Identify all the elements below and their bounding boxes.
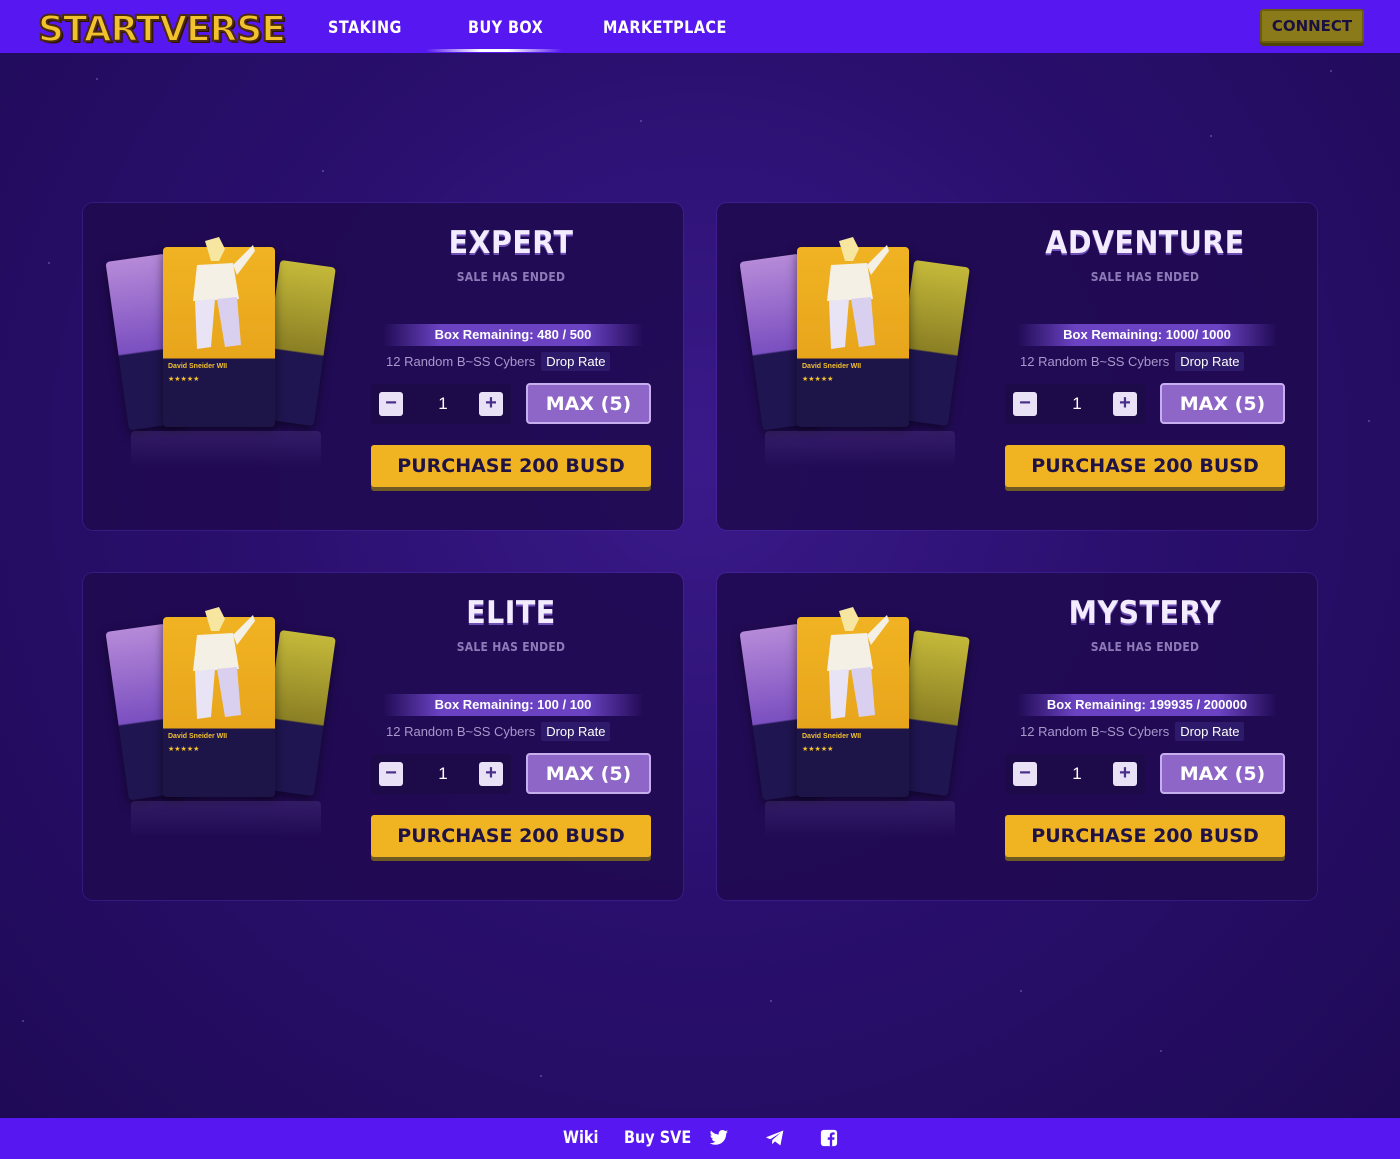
- character-figure: [193, 607, 255, 719]
- sale-status: SALE HAS ENDED: [1090, 270, 1200, 284]
- box-contents: 12 Random B~SS Cybers: [1020, 724, 1170, 739]
- box-artwork: David Sneider WII ★★★★★: [739, 235, 970, 485]
- sale-status: SALE HAS ENDED: [456, 270, 566, 284]
- art-reflection: [765, 431, 955, 467]
- box-remaining: Box Remaining: 1000/ 1000: [1017, 324, 1277, 346]
- box-contents: 12 Random B~SS Cybers: [1020, 354, 1170, 369]
- purchase-button[interactable]: PURCHASE 200 BUSD: [1005, 445, 1285, 487]
- art-reflection: [131, 431, 321, 467]
- quantity-value[interactable]: 1: [1057, 764, 1097, 784]
- art-rating-stars: ★★★★★: [802, 746, 834, 753]
- box-contents-line: 12 Random B~SS Cybers Drop Rate: [386, 352, 611, 371]
- box-title: ELITE: [466, 595, 556, 631]
- decrease-quantity-button[interactable]: −: [379, 762, 403, 786]
- art-rating-stars: ★★★★★: [168, 746, 200, 753]
- box-remaining: Box Remaining: 199935 / 200000: [1017, 694, 1277, 716]
- art-rating-stars: ★★★★★: [802, 376, 834, 383]
- purchase-button[interactable]: PURCHASE 200 BUSD: [371, 815, 651, 857]
- purchase-button[interactable]: PURCHASE 200 BUSD: [371, 445, 651, 487]
- art-card-name: David Sneider WII: [802, 733, 862, 740]
- increase-quantity-button[interactable]: +: [479, 762, 503, 786]
- box-card-expert: David Sneider WII ★★★★★ EXPERT SALE HAS …: [83, 203, 683, 530]
- box-title: EXPERT: [448, 225, 574, 261]
- facebook-icon[interactable]: [819, 1129, 839, 1147]
- drop-rate-link[interactable]: Drop Rate: [1175, 352, 1245, 371]
- box-title: ADVENTURE: [1045, 225, 1245, 261]
- twitter-icon[interactable]: [709, 1129, 729, 1147]
- connect-wallet-button[interactable]: CONNECT: [1260, 9, 1364, 43]
- increase-quantity-button[interactable]: +: [1113, 392, 1137, 416]
- quantity-stepper: − 1 +: [371, 384, 511, 424]
- quantity-stepper: − 1 +: [1005, 754, 1145, 794]
- active-nav-indicator: [426, 49, 562, 52]
- decrease-quantity-button[interactable]: −: [1013, 762, 1037, 786]
- max-quantity-button[interactable]: MAX (5): [526, 753, 651, 794]
- drop-rate-link[interactable]: Drop Rate: [1175, 722, 1245, 741]
- startverse-logo[interactable]: STARTVERSE: [37, 8, 287, 51]
- box-artwork: David Sneider WII ★★★★★: [105, 235, 336, 485]
- box-title: MYSTERY: [1068, 595, 1222, 631]
- box-remaining: Box Remaining: 100 / 100: [383, 694, 643, 716]
- telegram-icon[interactable]: [765, 1129, 785, 1147]
- box-contents-line: 12 Random B~SS Cybers Drop Rate: [386, 722, 611, 741]
- box-contents-line: 12 Random B~SS Cybers Drop Rate: [1020, 722, 1245, 741]
- footer-bar: Wiki Buy SVE: [0, 1118, 1400, 1159]
- top-nav-bar: STARTVERSE STAKING BUY BOX MARKETPLACE C…: [0, 0, 1400, 53]
- sale-status: SALE HAS ENDED: [1090, 640, 1200, 654]
- box-card-elite: David Sneider WII ★★★★★ ELITE SALE HAS E…: [83, 573, 683, 900]
- drop-rate-link[interactable]: Drop Rate: [541, 722, 611, 741]
- footer-buy-sve-link[interactable]: Buy SVE: [624, 1128, 691, 1148]
- character-figure: [827, 607, 889, 719]
- art-rating-stars: ★★★★★: [168, 376, 200, 383]
- quantity-value[interactable]: 1: [423, 394, 463, 414]
- quantity-stepper: − 1 +: [1005, 384, 1145, 424]
- box-contents: 12 Random B~SS Cybers: [386, 354, 536, 369]
- box-artwork: David Sneider WII ★★★★★: [739, 605, 970, 855]
- decrease-quantity-button[interactable]: −: [379, 392, 403, 416]
- box-card-adventure: David Sneider WII ★★★★★ ADVENTURE SALE H…: [717, 203, 1317, 530]
- art-reflection: [765, 801, 955, 837]
- box-artwork: David Sneider WII ★★★★★: [105, 605, 336, 855]
- art-card-name: David Sneider WII: [168, 363, 228, 370]
- art-card-name: David Sneider WII: [802, 363, 862, 370]
- max-quantity-button[interactable]: MAX (5): [1160, 383, 1285, 424]
- art-card-name: David Sneider WII: [168, 733, 228, 740]
- footer-wiki-link[interactable]: Wiki: [563, 1128, 598, 1148]
- quantity-value[interactable]: 1: [423, 764, 463, 784]
- max-quantity-button[interactable]: MAX (5): [1160, 753, 1285, 794]
- nav-marketplace[interactable]: MARKETPLACE: [603, 18, 727, 38]
- box-contents-line: 12 Random B~SS Cybers Drop Rate: [1020, 352, 1245, 371]
- max-quantity-button[interactable]: MAX (5): [526, 383, 651, 424]
- box-contents: 12 Random B~SS Cybers: [386, 724, 536, 739]
- box-card-mystery: David Sneider WII ★★★★★ MYSTERY SALE HAS…: [717, 573, 1317, 900]
- increase-quantity-button[interactable]: +: [479, 392, 503, 416]
- box-remaining: Box Remaining: 480 / 500: [383, 324, 643, 346]
- purchase-button[interactable]: PURCHASE 200 BUSD: [1005, 815, 1285, 857]
- quantity-value[interactable]: 1: [1057, 394, 1097, 414]
- sale-status: SALE HAS ENDED: [456, 640, 566, 654]
- decrease-quantity-button[interactable]: −: [1013, 392, 1037, 416]
- increase-quantity-button[interactable]: +: [1113, 762, 1137, 786]
- character-figure: [193, 237, 255, 349]
- drop-rate-link[interactable]: Drop Rate: [541, 352, 611, 371]
- character-figure: [827, 237, 889, 349]
- quantity-stepper: − 1 +: [371, 754, 511, 794]
- art-reflection: [131, 801, 321, 837]
- nav-buy-box[interactable]: BUY BOX: [468, 18, 543, 38]
- nav-staking[interactable]: STAKING: [328, 18, 402, 38]
